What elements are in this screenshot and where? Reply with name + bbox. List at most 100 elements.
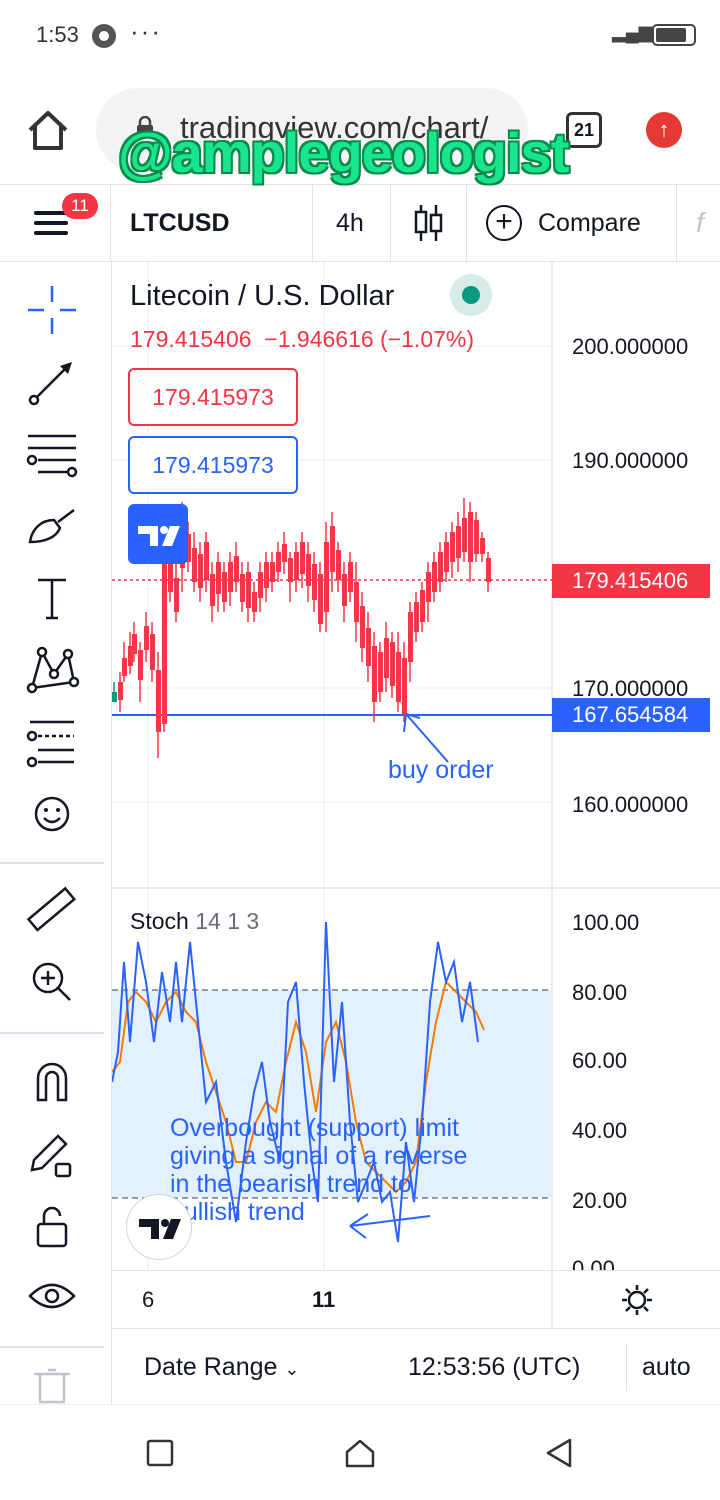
notification-badge: 11 <box>62 193 98 219</box>
candle-body <box>312 564 317 600</box>
stoch-note-line: bullish trend <box>170 1198 305 1226</box>
symbol-search-button[interactable]: LTCUSD <box>130 209 230 238</box>
lock-pencil-icon[interactable] <box>24 1126 80 1182</box>
candle-body <box>372 646 377 702</box>
candle-body <box>318 574 323 624</box>
divider <box>110 185 111 263</box>
date-range-button[interactable]: Date Range ⌄ <box>144 1353 299 1382</box>
candle-body <box>414 602 419 632</box>
chevron-down-icon: ⌄ <box>284 1359 300 1379</box>
ruler-icon[interactable] <box>24 882 80 938</box>
stoch-params: 14 1 3 <box>195 908 260 934</box>
lock-icon[interactable] <box>24 1198 80 1254</box>
back-icon[interactable] <box>544 1437 574 1469</box>
tradingview-logo-icon <box>128 504 188 564</box>
recents-icon[interactable] <box>146 1439 174 1467</box>
stoch-note-line: in the bearish trend to <box>170 1170 412 1198</box>
compare-button[interactable]: + Compare <box>486 203 666 243</box>
upload-icon[interactable]: ↑ <box>646 112 682 148</box>
divider <box>466 185 467 263</box>
price-change: −1.946616 (−1.07%) <box>264 326 475 352</box>
candle-body <box>246 572 251 608</box>
candle-body <box>252 592 257 612</box>
divider <box>0 862 104 864</box>
status-time: 1:53 <box>36 22 79 47</box>
candle-body <box>366 628 371 666</box>
market-status-icon <box>450 274 492 316</box>
price-tick: 160.000000 <box>572 792 689 817</box>
prediction-icon[interactable] <box>24 714 80 770</box>
buy-button[interactable]: 179.415973 <box>128 436 298 494</box>
candles-icon[interactable] <box>414 203 444 243</box>
candle-body <box>276 552 281 572</box>
stoch-note-line: giving a signal of a reverse <box>170 1142 468 1170</box>
interval-button[interactable]: 4h <box>336 209 364 238</box>
pattern-icon[interactable] <box>24 642 80 698</box>
magnet-icon[interactable] <box>24 1054 80 1110</box>
candle-body <box>468 512 473 562</box>
trendline-icon[interactable] <box>24 354 80 410</box>
candle-body <box>122 658 127 676</box>
candle-body <box>390 642 395 686</box>
candle-body <box>270 562 275 582</box>
candle-body <box>240 574 245 602</box>
sell-button[interactable]: 179.415973 <box>128 368 298 426</box>
time-axis[interactable]: 6 11 <box>112 1270 720 1328</box>
divider <box>312 185 313 263</box>
candle-body <box>324 542 329 612</box>
candle-body <box>156 670 161 732</box>
candle-body <box>444 542 449 572</box>
text-icon[interactable] <box>24 570 80 626</box>
stoch-note-line: Overbought (support) limit <box>170 1114 460 1142</box>
stoch-legend[interactable]: Stoch 14 1 3 <box>130 908 259 935</box>
candle-body <box>450 532 455 562</box>
candle-body <box>360 606 365 648</box>
candle-body <box>420 590 425 622</box>
stoch-tick: 40.00 <box>572 1118 628 1143</box>
candle-body <box>462 518 467 552</box>
tab-switcher-button[interactable]: 21 <box>566 112 602 148</box>
candle-body <box>198 554 203 588</box>
candle-body <box>144 626 149 650</box>
legend-values: 179.415406 −1.946616 (−1.07%) <box>130 326 474 353</box>
zoom-in-icon[interactable] <box>24 954 80 1010</box>
divider <box>676 185 677 263</box>
android-nav-bar <box>0 1404 720 1500</box>
battery-icon <box>652 24 696 46</box>
brush-icon[interactable] <box>24 498 80 554</box>
candle-body <box>402 658 407 714</box>
candle-body <box>426 572 431 602</box>
emoji-icon[interactable] <box>24 786 80 842</box>
date-range-label: Date Range <box>144 1353 278 1381</box>
stoch-tick: 80.00 <box>572 980 628 1005</box>
drawing-toolbar <box>0 262 112 1404</box>
candle-body <box>486 558 491 582</box>
divider <box>0 1346 104 1348</box>
candle-body <box>330 526 335 572</box>
candle-body <box>480 538 485 554</box>
eye-icon[interactable] <box>24 1270 80 1326</box>
candle-body <box>222 572 227 602</box>
stoch-tick: 0.00 <box>572 1256 615 1270</box>
candle-body <box>348 562 353 592</box>
candle-body <box>336 550 341 580</box>
auto-scale-button[interactable]: auto <box>642 1353 691 1382</box>
utc-clock[interactable]: 12:53:56 (UTC) <box>408 1353 580 1382</box>
settings-icon[interactable] <box>620 1283 654 1317</box>
indicators-icon[interactable]: f <box>696 207 704 239</box>
fib-icon[interactable] <box>24 426 80 482</box>
home-nav-icon[interactable] <box>344 1437 376 1469</box>
status-more: ··· <box>130 16 162 46</box>
trash-icon[interactable] <box>24 1366 80 1404</box>
divider <box>626 1343 627 1391</box>
tradingview-badge[interactable] <box>126 1194 192 1260</box>
crosshair-icon[interactable] <box>24 282 80 338</box>
tradingview-logo-icon <box>139 1219 181 1239</box>
candle-body <box>216 562 221 594</box>
watermark: @amplegeologist <box>118 121 569 184</box>
home-icon[interactable] <box>26 108 70 152</box>
buy-order-annotation: buy order <box>388 756 494 784</box>
candle-body <box>456 526 461 558</box>
stoch-annotation: Overbought (support) limit giving a sign… <box>170 1114 467 1226</box>
horizontal-line-tag: 167.654584 <box>552 698 710 732</box>
